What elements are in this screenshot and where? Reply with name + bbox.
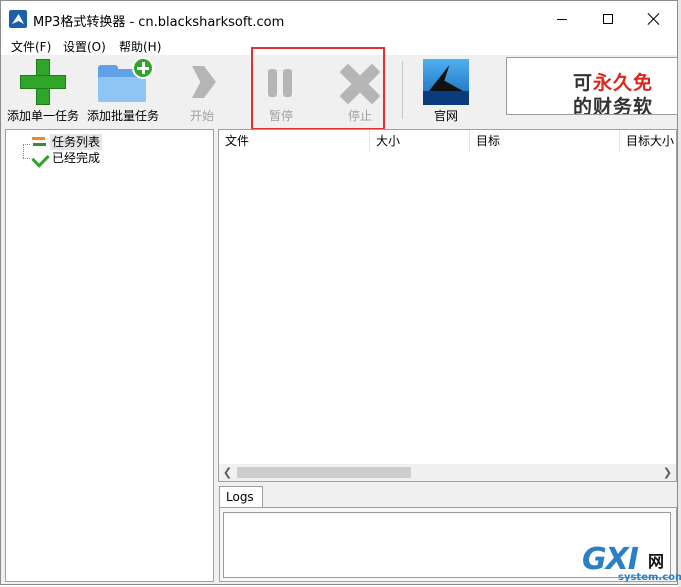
window-title: MP3格式转换器 - cn.blacksharksoft.com: [33, 15, 285, 30]
add-batch-task-button[interactable]: 添加批量任务: [85, 55, 161, 127]
column-header-target-size[interactable]: 目标大小: [620, 130, 676, 152]
shark-logo-icon: [423, 59, 469, 105]
check-icon: [31, 149, 50, 168]
watermark-sub-text: system.com: [618, 572, 681, 583]
scroll-left-icon[interactable]: ❮: [219, 464, 236, 481]
site-watermark: GXI 网 system.com: [582, 542, 681, 586]
menu-help[interactable]: 帮助(H): [119, 38, 161, 55]
play-icon: [192, 66, 216, 98]
watermark-cn-text: 网: [648, 552, 665, 571]
task-tree: 任务列表 已经完成: [5, 129, 214, 582]
column-header-file[interactable]: 文件: [219, 130, 370, 152]
add-single-task-button[interactable]: 添加单一任务: [5, 55, 81, 127]
task-list-table: 文件 大小 目标 目标大小 ❮ ❯: [218, 129, 677, 482]
menu-settings[interactable]: 设置(O): [63, 38, 106, 55]
maximize-button[interactable]: [585, 1, 631, 37]
toolbar-separator: [402, 61, 403, 119]
website-label: 官网: [433, 109, 458, 123]
swap-arrows-icon: [32, 136, 46, 148]
close-button[interactable]: [631, 1, 677, 37]
close-icon: [647, 12, 661, 26]
start-label: 开始: [189, 109, 214, 123]
column-header-size[interactable]: 大小: [370, 130, 470, 152]
add-batch-task-label: 添加批量任务: [86, 109, 159, 123]
scroll-right-icon[interactable]: ❯: [659, 464, 676, 481]
maximize-icon: [603, 14, 613, 24]
app-window: MP3格式转换器 - cn.blacksharksoft.com 文件(F) 设…: [0, 0, 678, 585]
app-logo-icon: [9, 10, 27, 28]
add-single-task-label: 添加单一任务: [6, 109, 79, 123]
annotation-highlight-box: [251, 47, 385, 130]
minimize-button[interactable]: [539, 1, 585, 37]
tree-item-label: 任务列表: [50, 134, 103, 150]
column-header-target[interactable]: 目标: [470, 130, 620, 152]
horizontal-scrollbar[interactable]: ❮ ❯: [219, 464, 676, 481]
title-bar: MP3格式转换器 - cn.blacksharksoft.com: [1, 1, 677, 37]
menu-file[interactable]: 文件(F): [11, 38, 51, 55]
add-plus-icon: [20, 59, 66, 105]
start-button[interactable]: 开始: [177, 55, 227, 127]
scrollbar-thumb[interactable]: [237, 467, 411, 478]
ad-banner[interactable]: 可永久免 的财务软: [506, 57, 678, 115]
website-button[interactable]: 官网: [421, 55, 471, 127]
ad-text-line1: 可永久免: [573, 72, 654, 94]
add-folder-icon: [98, 57, 154, 103]
minimize-icon: [557, 19, 567, 20]
tab-logs[interactable]: Logs: [219, 486, 263, 508]
tree-item-label: 已经完成: [52, 151, 101, 165]
ad-text-line2: 的财务软: [573, 96, 654, 115]
